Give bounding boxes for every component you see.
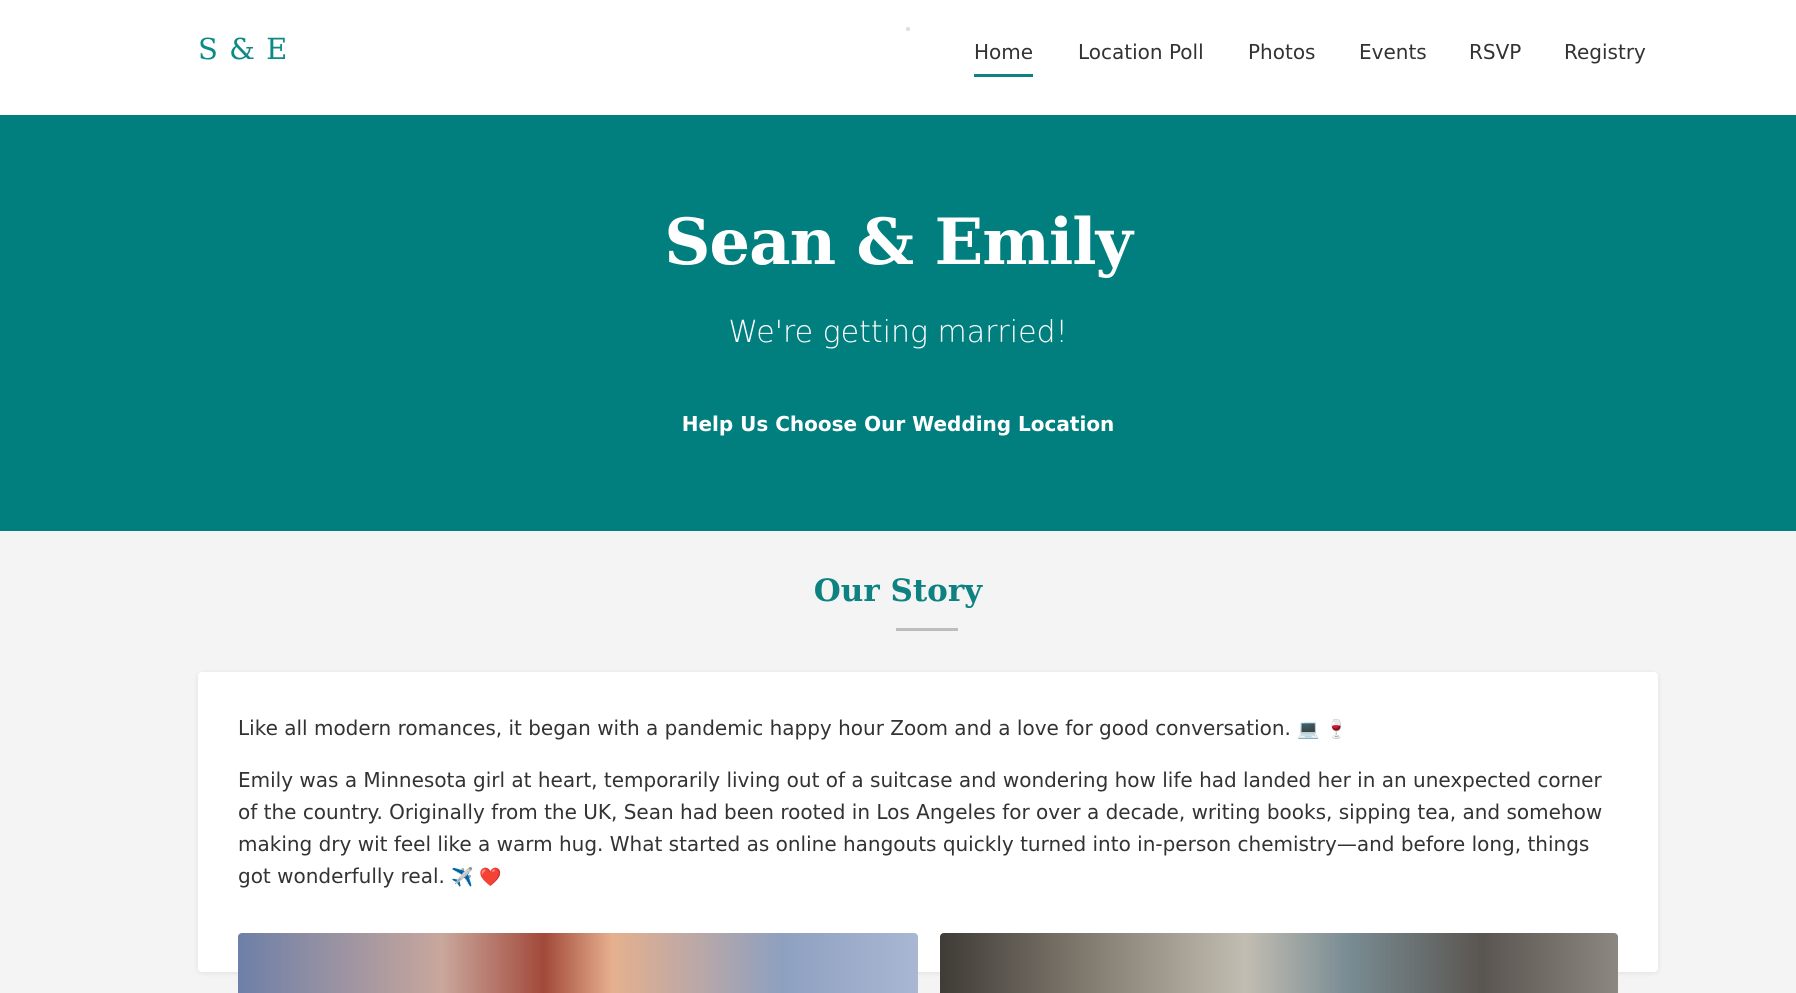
story-photo-2[interactable] [940, 933, 1618, 993]
story-paragraph-1-text: Like all modern romances, it began with … [238, 716, 1291, 740]
airplane-heart-emoji-icon: ✈️ ❤️ [451, 867, 502, 888]
location-poll-cta-link[interactable]: Help Us Choose Our Wedding Location [0, 412, 1796, 436]
story-paragraph-1: Like all modern romances, it began with … [238, 712, 1623, 746]
story-paragraph-2: Emily was a Minnesota girl at heart, tem… [238, 764, 1623, 894]
nav-registry[interactable]: Registry [1564, 40, 1646, 74]
hero-banner: Sean & Emily We're getting married! Help… [0, 115, 1796, 531]
story-photo-1[interactable] [238, 933, 918, 993]
hero-title: Sean & Emily [664, 205, 1133, 280]
site-header: S & E Home Location Poll Photos Events R… [0, 0, 1796, 115]
heading-divider [896, 628, 958, 631]
hero-subtitle: We're getting married! [728, 315, 1068, 350]
laptop-wine-emoji-icon: 💻 🍷 [1297, 719, 1348, 740]
nav-photos[interactable]: Photos [1248, 40, 1315, 74]
nav-home[interactable]: Home [974, 40, 1034, 77]
story-paragraph-2-text: Emily was a Minnesota girl at heart, tem… [238, 768, 1603, 888]
decorative-dot [906, 27, 910, 31]
nav-events[interactable]: Events [1359, 40, 1427, 74]
story-card: Like all modern romances, it began with … [198, 672, 1658, 993]
nav-rsvp[interactable]: RSVP [1469, 40, 1521, 74]
our-story-heading: Our Story [813, 573, 983, 609]
site-logo[interactable]: S & E [198, 32, 288, 66]
nav-location-poll[interactable]: Location Poll [1078, 40, 1204, 74]
